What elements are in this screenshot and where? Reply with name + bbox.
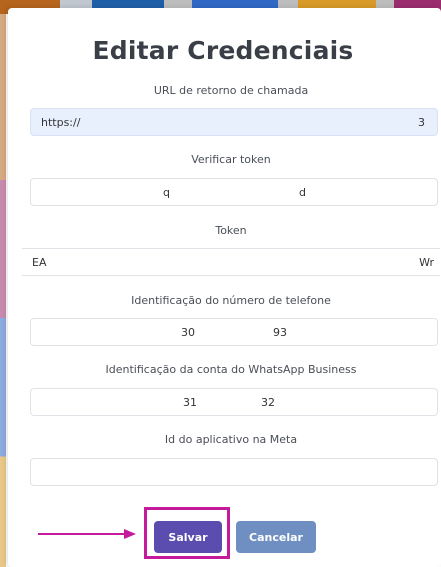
- verify-token-value-end: d: [299, 186, 306, 199]
- token-value-start: EA: [32, 256, 47, 269]
- whatsapp-business-account-id-input[interactable]: 31 32: [30, 388, 438, 416]
- whatsapp-business-account-id-value-start: 31: [183, 396, 197, 409]
- save-button[interactable]: Salvar: [154, 521, 222, 553]
- verify-token-value-start: q: [163, 186, 170, 199]
- token-label: Token: [215, 224, 247, 237]
- whatsapp-business-account-id-label: Identificação da conta do WhatsApp Busin…: [105, 363, 357, 376]
- background-edge: [0, 14, 6, 567]
- verify-token-input[interactable]: q d: [30, 178, 438, 206]
- meta-app-id-label: Id do aplicativo na Meta: [164, 433, 298, 446]
- callback-url-input[interactable]: https:// 3: [30, 108, 438, 136]
- whatsapp-business-account-id-value-end: 32: [261, 396, 275, 409]
- verify-token-label: Verificar token: [191, 153, 271, 166]
- page: Editar Credenciais URL de retorno de cha…: [0, 0, 441, 567]
- phone-number-id-value-end: 93: [273, 326, 287, 339]
- callback-url-label: URL de retorno de chamada: [153, 84, 309, 97]
- phone-number-id-label: Identificação do número de telefone: [131, 294, 331, 307]
- phone-number-id-value-start: 30: [181, 326, 195, 339]
- token-input[interactable]: EA Wr: [22, 248, 440, 276]
- meta-app-id-input[interactable]: [30, 458, 438, 486]
- token-value-end: Wr: [419, 256, 434, 269]
- callback-url-value-end: 3: [418, 116, 425, 129]
- modal-title: Editar Credenciais: [92, 36, 354, 65]
- callback-url-value-start: https://: [41, 116, 81, 129]
- cancel-button[interactable]: Cancelar: [236, 521, 316, 553]
- annotation-arrow-icon: [38, 529, 136, 539]
- phone-number-id-input[interactable]: 30 93: [30, 318, 438, 346]
